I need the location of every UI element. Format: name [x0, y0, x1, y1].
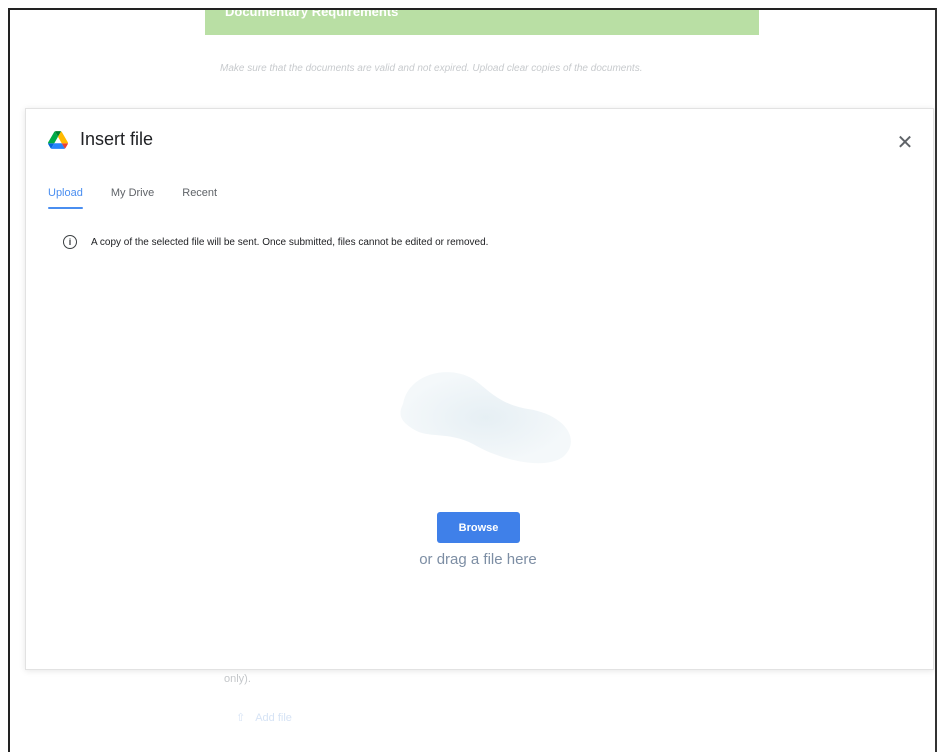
insert-file-dialog: Insert file ✕ Upload My Drive Recent i A… — [25, 108, 934, 670]
tab-recent[interactable]: Recent — [182, 187, 217, 209]
drag-drop-hint: or drag a file here — [419, 551, 537, 568]
close-icon[interactable]: ✕ — [895, 133, 915, 153]
upload-illustration — [400, 372, 571, 464]
section-header: Documentary Requirements — [205, 10, 759, 35]
section-description: Make sure that the documents are valid a… — [220, 63, 643, 74]
notice-banner: i A copy of the selected file will be se… — [63, 235, 488, 249]
dialog-header: Insert file — [48, 129, 153, 150]
dialog-title: Insert file — [80, 129, 154, 149]
add-file-button[interactable]: ⇧ Add file — [236, 711, 292, 724]
section-header-text: Documentary Requirements — [225, 10, 399, 19]
background-trailing-text: only). — [224, 673, 251, 685]
dialog-tabs: Upload My Drive Recent — [48, 187, 245, 209]
info-icon: i — [63, 235, 77, 249]
tab-my-drive[interactable]: My Drive — [111, 187, 154, 209]
google-drive-icon — [48, 130, 68, 149]
notice-text: A copy of the selected file will be sent… — [91, 236, 489, 248]
tab-upload[interactable]: Upload — [48, 187, 83, 209]
add-file-label: Add file — [255, 712, 292, 724]
browser-frame: Documentary Requirements Make sure that … — [8, 8, 937, 752]
browse-button[interactable]: Browse — [437, 512, 520, 543]
upload-icon: ⇧ — [236, 712, 246, 724]
